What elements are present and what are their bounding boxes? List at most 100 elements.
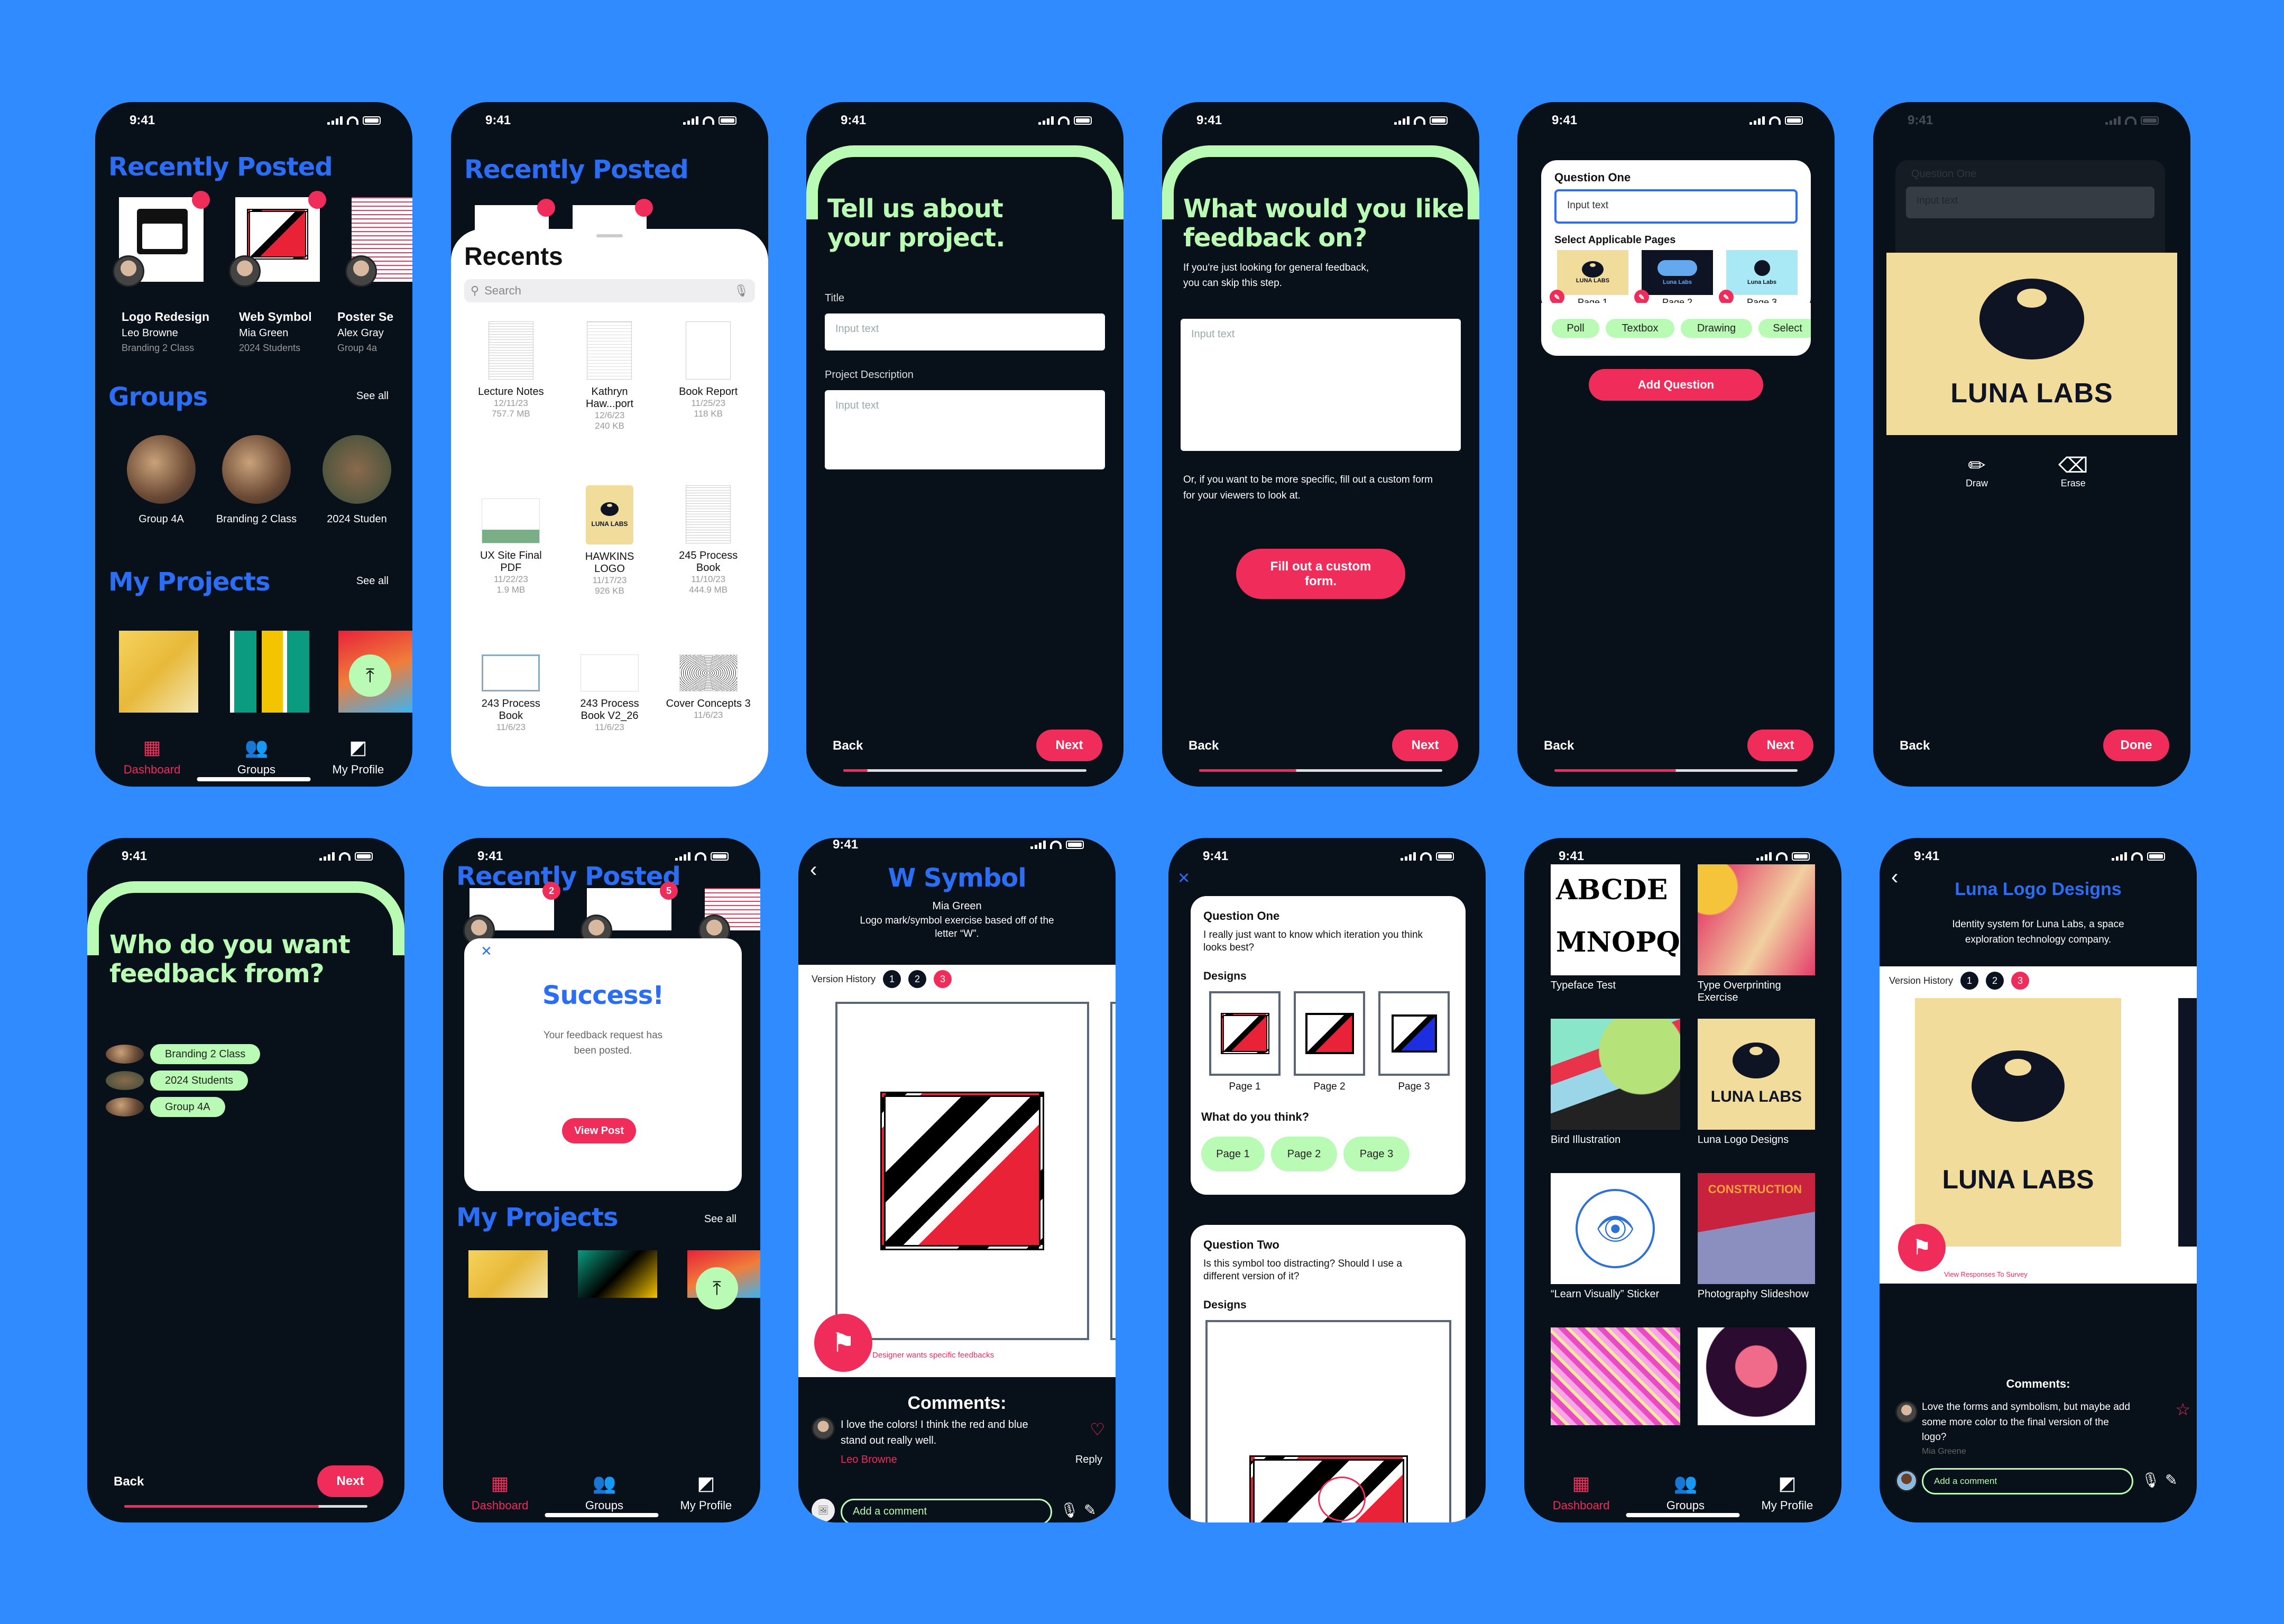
project-card[interactable]: CONSTRUCTION Photography Slideshow <box>1697 1173 1815 1327</box>
sheet-grabber[interactable] <box>596 234 623 237</box>
project-card[interactable]: 👁 “Learn Visually” Sticker <box>1551 1173 1680 1327</box>
post-thumb-web-symbol[interactable] <box>229 191 326 287</box>
microphone-icon[interactable]: 🎙 <box>1060 1501 1079 1519</box>
upload-button[interactable]: ⤒ <box>349 654 391 697</box>
question-input[interactable]: Input text <box>1554 189 1798 224</box>
flag-button[interactable]: ⚑ <box>814 1314 872 1372</box>
option-select[interactable]: Select <box>1758 319 1811 338</box>
tab-groups[interactable]: 👥 Groups <box>237 736 275 777</box>
image-attach-icon[interactable]: 🖼 <box>812 1499 835 1522</box>
comment-author[interactable]: Mia Greene <box>1922 1447 1966 1456</box>
view-post-button[interactable]: View Post <box>562 1118 636 1143</box>
project-card[interactable]: LUNA LABS Luna Logo Designs <box>1697 1019 1815 1173</box>
page-option[interactable]: LUNA LABS Page 1 ✎ <box>1550 250 1628 308</box>
audience-option[interactable]: Branding 2 Class <box>106 1044 261 1064</box>
post-title[interactable]: Logo Redesign <box>122 310 227 324</box>
projects-see-all-link[interactable]: See all <box>356 575 389 587</box>
post-thumb[interactable] <box>698 888 760 946</box>
back-button[interactable]: Back <box>833 739 863 753</box>
file-item[interactable]: LUNA LABS HAWKINS LOGO 11/17/23 926 KB <box>560 485 659 644</box>
design-option[interactable]: Page 3 <box>1378 991 1450 1093</box>
back-button[interactable]: Back <box>114 1474 144 1489</box>
annotated-design[interactable] <box>1205 1320 1451 1522</box>
option-drawing[interactable]: Drawing <box>1681 319 1752 338</box>
project-card[interactable] <box>1697 1327 1815 1425</box>
comment-input[interactable]: Add a comment <box>841 1499 1052 1522</box>
project-card[interactable]: ABCDE MNOPQ Typeface Test <box>1551 864 1680 1019</box>
group-item[interactable]: Group 4A <box>119 435 204 525</box>
tab-my-profile[interactable]: ◩ My Profile <box>680 1472 732 1512</box>
post-title[interactable]: Poster Se <box>337 310 412 324</box>
flag-button[interactable]: ⚑ <box>1898 1224 1946 1271</box>
tab-my-profile[interactable]: ◩ My Profile <box>332 736 384 777</box>
microphone-icon[interactable]: 🎙 <box>2141 1471 2160 1489</box>
tab-dashboard[interactable]: ▦ Dashboard <box>472 1472 529 1512</box>
search-field[interactable]: ⚲ Search 🎙 <box>464 279 755 302</box>
version-2[interactable]: 2 <box>908 970 927 988</box>
file-item[interactable]: 243 Process Book V2_26 11/6/23 <box>560 654 659 733</box>
tab-dashboard[interactable]: ▦ Dashboard <box>1553 1472 1610 1512</box>
post-thumb-logo-redesign[interactable] <box>113 191 210 287</box>
next-button[interactable]: Next <box>317 1465 383 1497</box>
project-thumb[interactable] <box>578 1250 657 1298</box>
project-thumb[interactable] <box>119 631 198 713</box>
projects-see-all-link[interactable]: See all <box>704 1213 736 1225</box>
project-card[interactable]: Bird Illustration <box>1551 1019 1680 1173</box>
tab-groups[interactable]: 👥 Groups <box>585 1472 623 1512</box>
answer-page-2[interactable]: Page 2 <box>1271 1137 1337 1171</box>
drawing-canvas[interactable]: LUNA LABS <box>1886 253 2177 435</box>
comment-input[interactable]: Add a comment <box>1922 1468 2133 1494</box>
tab-my-profile[interactable]: ◩ My Profile <box>1761 1472 1813 1512</box>
option-poll[interactable]: Poll <box>1552 319 1599 338</box>
design-image[interactable]: LUNA LABS <box>1915 998 2121 1247</box>
description-input[interactable]: Input text <box>825 390 1105 469</box>
draw-icon[interactable]: ✎ <box>1719 290 1734 304</box>
draw-icon[interactable]: ✎ <box>1634 290 1649 304</box>
design-frame[interactable] <box>835 1002 1089 1340</box>
page-option[interactable]: Luna Labs Page 2 ✎ <box>1634 250 1713 308</box>
tab-dashboard[interactable]: ▦ Dashboard <box>124 736 181 777</box>
audience-option[interactable]: Group 4A <box>106 1097 260 1117</box>
audience-option[interactable]: 2024 Students <box>106 1071 260 1091</box>
tab-groups[interactable]: 👥 Groups <box>1666 1472 1705 1512</box>
post-title[interactable]: Web Symbol <box>239 310 345 324</box>
file-item[interactable]: 245 Process Book 11/10/23 444.9 MB <box>659 485 758 644</box>
draw-icon[interactable]: ✎ <box>1550 290 1564 304</box>
heart-icon[interactable]: ♡ <box>1090 1419 1105 1440</box>
page-option[interactable]: Luna Labs Page 3 ✎ <box>1719 250 1798 308</box>
version-2[interactable]: 2 <box>1986 972 2004 990</box>
file-item[interactable]: Book Report 11/25/23 118 KB <box>659 321 758 475</box>
version-3[interactable]: 3 <box>934 970 952 988</box>
group-item[interactable]: 2024 Studen <box>304 435 410 525</box>
view-responses-link[interactable]: View Responses To Survey <box>1944 1270 2028 1278</box>
draw-tool[interactable]: ✏ Draw <box>1966 454 1988 489</box>
back-button[interactable]: Back <box>1189 739 1219 753</box>
draw-icon[interactable]: ✎ <box>1084 1501 1096 1519</box>
version-1[interactable]: 1 <box>1960 972 1979 990</box>
next-button[interactable]: Next <box>1747 730 1813 761</box>
next-button[interactable]: Next <box>1036 730 1102 761</box>
groups-see-all-link[interactable]: See all <box>356 390 389 402</box>
upload-button[interactable]: ⤒ <box>696 1267 738 1309</box>
back-button[interactable]: Back <box>1900 739 1930 753</box>
answer-page-3[interactable]: Page 3 <box>1343 1137 1410 1171</box>
feedback-input[interactable]: Input text <box>1181 319 1461 451</box>
file-item[interactable]: Kathryn Haw...port 12/6/23 240 KB <box>560 321 659 475</box>
done-button[interactable]: Done <box>2103 730 2169 761</box>
project-card[interactable] <box>1551 1327 1680 1425</box>
next-design-frame[interactable] <box>1110 1002 1116 1340</box>
erase-tool[interactable]: ⌫ Erase <box>2058 454 2088 489</box>
version-3[interactable]: 3 <box>2011 972 2030 990</box>
star-icon[interactable]: ☆ <box>2175 1399 2190 1419</box>
project-thumb[interactable] <box>230 631 309 713</box>
file-item[interactable]: Cover Concepts 3 11/6/23 <box>659 654 758 733</box>
file-item[interactable]: Lecture Notes 12/11/23 757.7 MB <box>462 321 560 475</box>
design-option[interactable]: Page 2 <box>1294 991 1365 1093</box>
file-item[interactable]: UX Site Final PDF 11/22/23 1.9 MB <box>462 485 560 644</box>
draw-icon[interactable]: ✎ <box>2165 1471 2177 1489</box>
file-item[interactable]: 243 Process Book 11/6/23 <box>462 654 560 733</box>
next-button[interactable]: Next <box>1392 730 1458 761</box>
design-option[interactable]: Page 1 <box>1209 991 1281 1093</box>
title-input[interactable]: Input text <box>825 313 1105 350</box>
microphone-icon[interactable]: 🎙 <box>734 284 749 298</box>
